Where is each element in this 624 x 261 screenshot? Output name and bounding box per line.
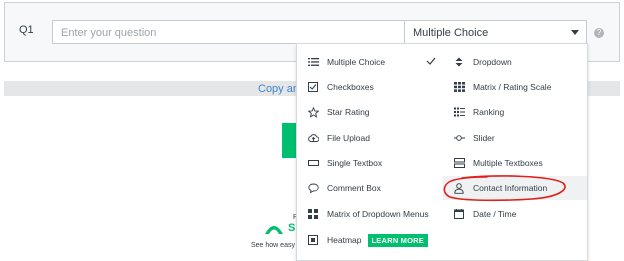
annotation-circle [443, 175, 566, 202]
chevron-down-icon [571, 30, 579, 35]
menu-item-label: Checkboxes [327, 82, 374, 92]
check-icon [426, 57, 436, 65]
question-number: Q1 [19, 24, 34, 36]
menu-item-date-time[interactable]: Date / Time [443, 202, 588, 226]
menu-item-label: Star Rating [327, 107, 370, 117]
menu-item-multiple-choice[interactable]: Multiple Choice [297, 50, 442, 74]
menu-item-multiple-textboxes[interactable]: Multiple Textboxes [443, 151, 588, 175]
learn-more-badge[interactable]: LEARN MORE [367, 233, 428, 247]
menu-item-slider[interactable]: Slider [443, 126, 588, 150]
menu-item-label: Heatmap [327, 235, 362, 245]
menu-item-star-rating[interactable]: Star Rating [297, 100, 442, 124]
brand-logo-icon [265, 226, 283, 234]
menu-item-label: Multiple Choice [327, 57, 386, 67]
menu-item-label: Multiple Textboxes [473, 158, 543, 168]
checkbox-icon [307, 81, 319, 93]
brand-text: S [288, 222, 296, 234]
comment-icon [307, 182, 319, 194]
heatmap-icon [307, 234, 319, 246]
menu-item-file-upload[interactable]: File Upload [297, 126, 442, 150]
help-icon[interactable]: ? [594, 28, 604, 38]
textbox-icon [307, 157, 319, 169]
question-type-menu: Multiple Choice Checkboxes Star Rating F… [296, 43, 588, 261]
menu-item-label: Slider [473, 133, 495, 143]
menu-item-matrix-rating[interactable]: Matrix / Rating Scale [443, 75, 588, 99]
menu-item-label: Single Textbox [327, 158, 383, 168]
see-how-text: See how easy [251, 242, 295, 249]
menu-item-heatmap[interactable]: Heatmap LEARN MORE [297, 228, 442, 252]
menu-item-label: Dropdown [473, 57, 512, 67]
menu-item-label: Ranking [473, 107, 505, 117]
upload-icon [307, 132, 319, 144]
menu-item-checkboxes[interactable]: Checkboxes [297, 75, 442, 99]
menu-item-ranking[interactable]: Ranking [443, 100, 588, 124]
calendar-icon [453, 208, 465, 220]
question-type-select[interactable]: Multiple Choice [404, 20, 587, 44]
menu-item-dropdown[interactable]: Dropdown [443, 50, 588, 74]
menu-item-single-textbox[interactable]: Single Textbox [297, 151, 442, 175]
dropdown-icon [453, 56, 465, 68]
menu-item-label: Date / Time [473, 209, 517, 219]
question-type-value: Multiple Choice [413, 27, 489, 39]
grid-icon [453, 81, 465, 93]
question-input[interactable]: Enter your question [52, 20, 405, 44]
multi-textbox-icon [453, 157, 465, 169]
menu-item-matrix-dropdown[interactable]: Matrix of Dropdown Menus [297, 202, 442, 226]
menu-item-comment-box[interactable]: Comment Box [297, 176, 442, 200]
slider-icon [453, 132, 465, 144]
ranking-icon [453, 106, 465, 118]
list-icon [307, 56, 319, 68]
menu-item-label: Matrix of Dropdown Menus [327, 209, 429, 219]
menu-item-label: File Upload [327, 133, 370, 143]
menu-item-label: Matrix / Rating Scale [473, 82, 552, 92]
menu-item-label: Comment Box [327, 183, 381, 193]
matrix-dropdown-icon [307, 208, 319, 220]
star-icon [307, 106, 319, 118]
